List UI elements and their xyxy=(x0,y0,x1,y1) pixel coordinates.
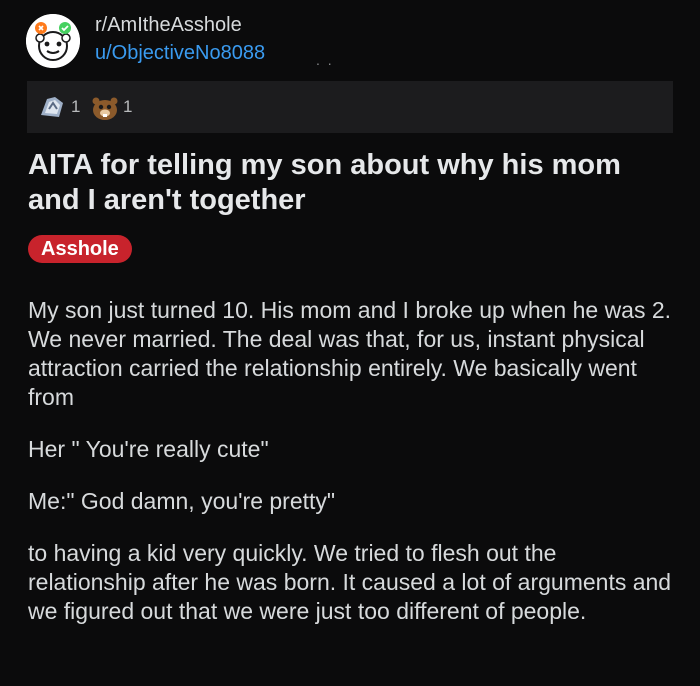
body-paragraph: Me:" God damn, you're pretty" xyxy=(28,488,336,514)
more-options-icon[interactable]: . . xyxy=(316,52,334,68)
award-count: 1 xyxy=(71,97,81,116)
post-title[interactable]: AITA for telling my son about why his mo… xyxy=(28,148,678,218)
reddit-snoo-icon xyxy=(26,14,80,68)
post-flair-badge[interactable]: Asshole xyxy=(28,235,132,263)
award-item[interactable]: 1 xyxy=(37,93,80,121)
award-badge-icon xyxy=(41,97,63,117)
author-username[interactable]: u/ObjectiveNo8088 xyxy=(95,42,265,65)
award-count: 1 xyxy=(123,97,133,116)
subreddit-avatar[interactable] xyxy=(26,14,80,68)
subreddit-name[interactable]: r/AmItheAsshole xyxy=(95,14,242,37)
body-paragraph: Her " You're really cute" xyxy=(28,436,269,462)
award-item[interactable]: 1 xyxy=(89,93,132,121)
awards-bar: 1 1 xyxy=(27,81,673,133)
post-body: My son just turned 10. His mom and I bro… xyxy=(28,296,678,649)
body-paragraph: to having a kid very quickly. We tried t… xyxy=(28,540,672,624)
body-paragraph: My son just turned 10. His mom and I bro… xyxy=(28,297,672,410)
gopher-award-icon xyxy=(92,97,118,120)
post-header: r/AmItheAsshole u/ObjectiveNo8088 . . xyxy=(0,0,700,80)
